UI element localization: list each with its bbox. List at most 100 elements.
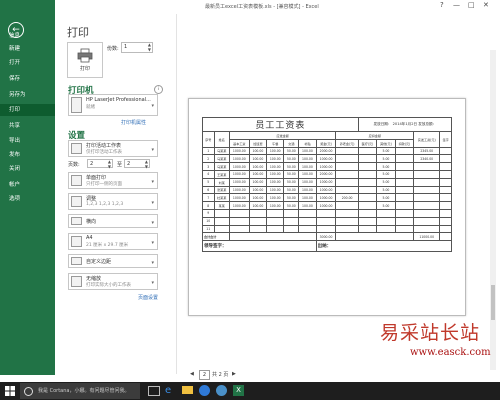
nav-item-save[interactable]: 保存: [0, 73, 55, 85]
col-header: 姓名: [213, 131, 230, 148]
table-cell: 1000.00: [228, 193, 250, 203]
scrollbar-thumb[interactable]: [491, 285, 495, 320]
help-icon[interactable]: ?: [440, 1, 444, 9]
sides-select[interactable]: 单面打印 只打印一侧的页面 ▾: [68, 172, 158, 189]
stepper-arrows-icon[interactable]: ▲ ▼: [108, 159, 111, 169]
table-cell: 杜某某: [213, 193, 230, 203]
table-cell: [335, 169, 359, 179]
file-explorer-icon[interactable]: [182, 386, 193, 394]
table-cell: 100.00: [266, 169, 285, 179]
table-cell: [357, 216, 378, 226]
printer-select[interactable]: HP LaserJet Professional... 就绪 ▾: [68, 94, 158, 116]
nav-item-new[interactable]: 新建: [0, 43, 55, 55]
edge-icon[interactable]: e: [165, 385, 171, 397]
table-cell: 100.00: [266, 177, 285, 187]
orientation-select[interactable]: 横向 ▾: [68, 214, 158, 228]
table-cell: [439, 201, 452, 210]
table-cell: 100.00: [248, 193, 268, 203]
table-cell: [394, 224, 415, 234]
backstage-nav: ← 信息 新建 打开 保存 另存为 打印 共享 导出 发布 关闭 帐户 选项: [0, 0, 55, 375]
table-cell: [376, 216, 396, 226]
col-header: 应扣金额: [335, 131, 415, 140]
table-cell: [439, 224, 452, 234]
close-button[interactable]: ✕: [483, 1, 489, 9]
payroll-sheet: 员工工资表 发放日期： 2014年1月2日 发放总额： 序号 姓名 应发金额 应…: [202, 117, 453, 253]
page-number-input[interactable]: 2: [199, 370, 210, 380]
cortana-search-box[interactable]: 我是 Cortana，小娜。有问题尽管问我。: [20, 383, 140, 399]
table-cell: 2: [202, 154, 215, 164]
nav-item-export[interactable]: 导出: [0, 135, 55, 147]
page-setup-link[interactable]: 页面设置: [138, 294, 158, 301]
windows-logo-icon[interactable]: [5, 386, 15, 396]
total-spacer: [335, 232, 415, 242]
table-cell: [335, 216, 359, 226]
table-cell: [335, 177, 359, 187]
table-cell: 2340.00: [413, 154, 441, 164]
table-cell: [394, 216, 415, 226]
nav-item-publish[interactable]: 发布: [0, 149, 55, 161]
table-cell: [266, 216, 285, 226]
table-row: 7 杜某某 1000.00 100.00 100.00 50.00 100.00 1000.0…: [202, 193, 452, 203]
info-icon[interactable]: i: [154, 85, 163, 94]
chevron-down-icon: ▾: [151, 259, 154, 266]
minimize-button[interactable]: —: [453, 1, 460, 9]
copies-stepper[interactable]: 1 ▲ ▼: [121, 42, 153, 53]
table-cell: 100.00: [266, 201, 285, 210]
nav-item-share[interactable]: 共享: [0, 120, 55, 132]
table-cell: [357, 169, 378, 179]
table-cell: 100.00: [248, 177, 268, 187]
table-cell: 张某某: [213, 185, 230, 195]
nav-item-options[interactable]: 选项: [0, 193, 55, 205]
table-cell: [213, 208, 230, 218]
pay-date-line: 发放日期： 2014年1月2日 发放总额：: [357, 117, 453, 132]
printer-properties-link[interactable]: 打印机属性: [121, 119, 146, 126]
nav-item-info[interactable]: 信息: [0, 30, 55, 42]
table-cell: [439, 169, 452, 179]
task-view-icon[interactable]: [148, 386, 160, 396]
table-cell: 马某某: [213, 146, 230, 156]
chevron-down-icon: ▾: [151, 200, 154, 206]
nav-item-open[interactable]: 打开: [0, 57, 55, 69]
nav-item-close[interactable]: 关闭: [0, 163, 55, 175]
maximize-button[interactable]: □: [468, 1, 475, 9]
print-button[interactable]: 打印: [67, 42, 103, 78]
excel-taskbar-icon[interactable]: X: [233, 385, 244, 396]
table-cell: [413, 201, 441, 210]
table-row: 8 某某 1000.00 100.00 100.00 50.00 100.00 1000.00…: [202, 201, 452, 210]
page-title: 打印: [67, 26, 89, 39]
nav-item-save-as[interactable]: 另存为: [0, 89, 55, 101]
next-page-button[interactable]: ▶: [232, 371, 236, 377]
paper-icon: [71, 236, 82, 247]
table-cell: [439, 154, 452, 164]
table-cell: [357, 162, 378, 171]
ie-icon[interactable]: [199, 385, 210, 396]
table-cell: 50.00: [283, 177, 300, 187]
preview-scrollbar[interactable]: [490, 50, 496, 370]
table-cell: [335, 224, 359, 234]
table-cell: 6: [202, 185, 215, 195]
collate-icon: [71, 196, 82, 207]
paper-size-select[interactable]: A4 21 厘米 x 29.7 厘米 ▾: [68, 233, 158, 250]
table-cell: 100.00: [298, 146, 317, 156]
table-cell: 200.00: [335, 193, 359, 203]
table-cell: 50.00: [283, 185, 300, 195]
nav-item-print[interactable]: 打印: [0, 104, 55, 116]
collate-select[interactable]: 调整 1,2,3 1,2,3 1,2,3 ▾: [68, 193, 158, 210]
stepper-arrows-icon[interactable]: ▲ ▼: [145, 159, 148, 169]
print-preview-page: 员工工资表 发放日期： 2014年1月2日 发放总额： 序号 姓名 应发金额 应…: [188, 98, 466, 316]
table-cell: 1000.00: [228, 146, 250, 156]
browser-icon[interactable]: [216, 385, 227, 396]
table-cell: [357, 146, 378, 156]
table-cell: 1000.00: [228, 201, 250, 210]
print-what-select[interactable]: 打印活动工作表 仅打印活动工作表 ▾: [68, 140, 158, 157]
stepper-arrows-icon[interactable]: ▲ ▼: [148, 42, 151, 52]
prev-page-button[interactable]: ◀: [190, 371, 194, 377]
printer-name: HP LaserJet Professional...: [86, 97, 151, 103]
pages-to-input[interactable]: 2 ▲ ▼: [124, 159, 150, 168]
margins-select[interactable]: 自定义边距 ▾: [68, 254, 158, 268]
pages-from-input[interactable]: 2 ▲ ▼: [87, 159, 113, 168]
chevron-down-icon: ▾: [151, 179, 154, 185]
scaling-select[interactable]: 无缩放 打印实际大小的工作表 ▾: [68, 273, 158, 290]
nav-item-account[interactable]: 帐户: [0, 179, 55, 191]
total-spacer: [439, 232, 452, 242]
